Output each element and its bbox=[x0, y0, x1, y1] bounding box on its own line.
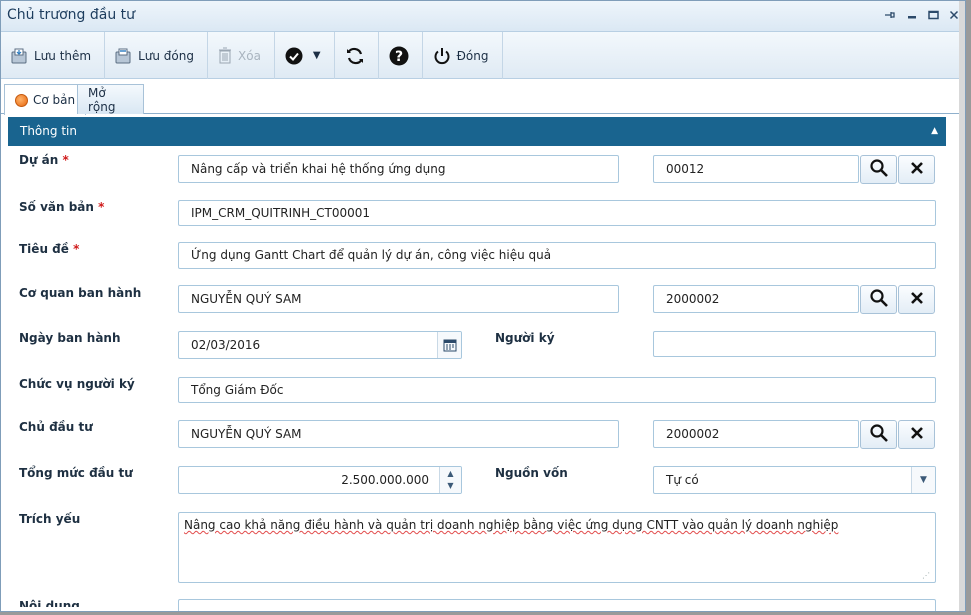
title-bar: Chủ trương đầu tư bbox=[1, 1, 965, 32]
tong-muc-value: 2.500.000.000 bbox=[341, 473, 429, 487]
co-quan-field[interactable]: NGUYỄN QUÝ SAM bbox=[178, 285, 619, 313]
svg-text:?: ? bbox=[395, 49, 403, 65]
search-co-quan-button[interactable] bbox=[860, 285, 897, 314]
clear-chu-dau-tu-button[interactable] bbox=[898, 420, 935, 449]
tab-label: Mở rộng bbox=[88, 85, 116, 114]
ngay-ban-hanh-field[interactable]: 02/03/2016 bbox=[178, 331, 462, 359]
search-chu-dau-tu-button[interactable] bbox=[860, 420, 897, 449]
section-title: Thông tin bbox=[20, 124, 77, 138]
save-more-button[interactable]: Lưu thêm bbox=[1, 32, 106, 79]
radio-icon bbox=[15, 93, 28, 107]
so-van-ban-label: Số văn bản * bbox=[19, 200, 105, 214]
calendar-icon[interactable] bbox=[437, 332, 461, 358]
du-an-code-field[interactable]: 00012 bbox=[653, 155, 859, 183]
tab-label: Cơ bản bbox=[33, 93, 76, 107]
dialog-window: Chủ trương đầu tư Lưu thêm Lưu đóng Xóa … bbox=[0, 0, 966, 612]
delete-label: Xóa bbox=[238, 48, 261, 63]
save-icon bbox=[11, 48, 28, 64]
chuc-vu-field[interactable]: Tổng Giám Đốc bbox=[178, 377, 936, 403]
refresh-button[interactable] bbox=[335, 32, 379, 79]
check-icon bbox=[285, 47, 303, 65]
tab-co-ban[interactable]: Cơ bản bbox=[4, 84, 87, 115]
power-icon bbox=[433, 47, 451, 65]
clear-icon bbox=[910, 426, 924, 443]
delete-button[interactable]: Xóa bbox=[208, 32, 275, 79]
spinner-icon[interactable]: ▲ ▼ bbox=[439, 467, 461, 493]
collapse-icon: ▲ bbox=[931, 126, 938, 136]
trich-yeu-textarea[interactable] bbox=[178, 512, 936, 583]
clear-co-quan-button[interactable] bbox=[898, 285, 935, 314]
tab-mo-rong[interactable]: Mở rộng bbox=[77, 84, 144, 114]
trash-icon bbox=[218, 47, 232, 64]
tab-bar: Cơ bản Mở rộng bbox=[1, 79, 965, 115]
toolbar: Lưu thêm Lưu đóng Xóa ▼ ? Đóng bbox=[1, 32, 965, 79]
resize-grip-icon[interactable]: ⋰ bbox=[922, 571, 930, 580]
window-title: Chủ trương đầu tư bbox=[7, 7, 136, 23]
chuc-vu-label: Chức vụ người ký bbox=[19, 377, 135, 391]
help-button[interactable]: ? bbox=[379, 32, 423, 79]
approve-dropdown-button[interactable]: ▼ bbox=[275, 32, 335, 79]
save-close-label: Lưu đóng bbox=[138, 48, 194, 63]
close-button[interactable]: Đóng bbox=[423, 32, 503, 79]
chevron-down-icon[interactable]: ▼ bbox=[911, 467, 935, 493]
scrollbar[interactable] bbox=[959, 1, 965, 611]
du-an-label: Dự án * bbox=[19, 153, 69, 167]
refresh-icon bbox=[345, 47, 365, 65]
chu-dau-tu-code-field[interactable]: 2000002 bbox=[653, 420, 859, 448]
section-header[interactable]: Thông tin ▲ bbox=[8, 117, 946, 146]
nguon-von-value: Tự có bbox=[666, 473, 699, 487]
search-icon bbox=[869, 424, 888, 445]
chu-dau-tu-field[interactable]: NGUYỄN QUÝ SAM bbox=[178, 420, 619, 448]
save-close-button[interactable]: Lưu đóng bbox=[105, 32, 208, 79]
close-label: Đóng bbox=[456, 48, 489, 63]
minimize-icon[interactable] bbox=[903, 7, 921, 25]
tong-muc-label: Tổng mức đầu tư bbox=[19, 466, 133, 480]
noi-dung-label: Nội dung bbox=[19, 599, 80, 607]
save-more-label: Lưu thêm bbox=[34, 48, 92, 63]
trich-yeu-label: Trích yếu bbox=[19, 512, 81, 526]
search-du-an-button[interactable] bbox=[860, 155, 897, 184]
tong-muc-field[interactable]: 2.500.000.000 ▲ ▼ bbox=[178, 466, 462, 494]
nguon-von-select[interactable]: Tự có ▼ bbox=[653, 466, 936, 494]
search-icon bbox=[869, 289, 888, 310]
save-close-icon bbox=[115, 48, 132, 64]
search-icon bbox=[869, 159, 888, 180]
tieu-de-label: Tiêu đề * bbox=[19, 242, 80, 256]
tieu-de-field[interactable]: Ứng dụng Gantt Chart để quản lý dự án, c… bbox=[178, 242, 936, 269]
clear-icon bbox=[910, 291, 924, 308]
nguoi-ky-field[interactable] bbox=[653, 331, 936, 357]
nguoi-ky-label: Người ký bbox=[495, 331, 555, 345]
co-quan-code-field[interactable]: 2000002 bbox=[653, 285, 859, 313]
noi-dung-field[interactable] bbox=[178, 599, 936, 611]
help-icon: ? bbox=[389, 46, 409, 66]
clear-icon bbox=[910, 161, 924, 178]
co-quan-label: Cơ quan ban hành bbox=[19, 286, 142, 300]
dropdown-arrow-icon: ▼ bbox=[312, 50, 321, 61]
du-an-field[interactable]: Nâng cấp và triển khai hệ thống ứng dụng bbox=[178, 155, 619, 183]
ngay-ban-hanh-label: Ngày ban hành bbox=[19, 331, 121, 345]
so-van-ban-field[interactable]: IPM_CRM_QUITRINH_CT00001 bbox=[178, 200, 936, 226]
nguon-von-label: Nguồn vốn bbox=[495, 466, 568, 480]
date-value: 02/03/2016 bbox=[191, 338, 261, 352]
chu-dau-tu-label: Chủ đầu tư bbox=[19, 420, 93, 434]
maximize-icon[interactable] bbox=[924, 7, 942, 25]
pin-icon[interactable] bbox=[881, 7, 899, 25]
clear-du-an-button[interactable] bbox=[898, 155, 935, 184]
